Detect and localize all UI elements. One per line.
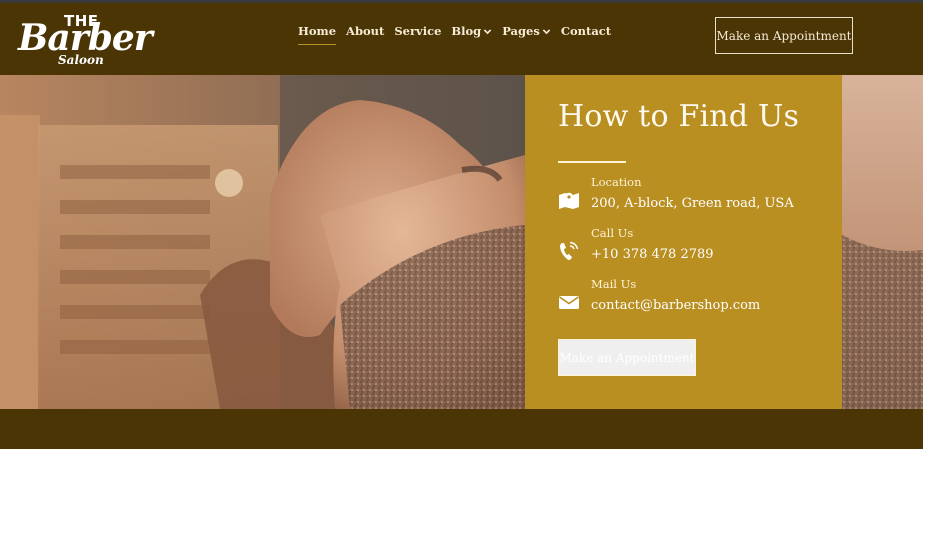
site-logo[interactable]: THE Barber Saloon	[18, 11, 153, 71]
nav-item-about[interactable]: About	[346, 21, 384, 41]
location-label: Location	[591, 175, 642, 189]
nav-item-home-label: Home	[298, 24, 337, 38]
envelope-icon	[559, 296, 579, 309]
nav-item-about-label: About	[346, 24, 385, 38]
nav-item-blog[interactable]: Blog	[451, 21, 492, 41]
nav-item-contact[interactable]: Contact	[561, 21, 611, 41]
nav-item-blog-label: Blog	[451, 24, 482, 38]
panel-appointment-button[interactable]: Make an Appointment	[558, 339, 696, 376]
find-us-title: How to Find Us	[558, 99, 800, 134]
call-label: Call Us	[591, 226, 634, 240]
page-right-edge	[923, 0, 935, 449]
nav-item-service-label: Service	[394, 24, 442, 38]
site-header: THE Barber Saloon Home About Service Blo…	[0, 3, 923, 75]
title-divider	[558, 161, 626, 163]
mail-info: Mail Us contact@barbershop.com	[558, 277, 828, 321]
call-info: Call Us +10 378 478 2789	[558, 226, 828, 270]
mail-value[interactable]: contact@barbershop.com	[591, 298, 760, 313]
make-appointment-button[interactable]: Make an Appointment	[715, 17, 853, 54]
find-us-panel: How to Find Us Location 200, A-block, Gr…	[525, 75, 842, 409]
footer-band	[0, 409, 923, 449]
nav-item-pages[interactable]: Pages	[502, 21, 551, 41]
nav-item-pages-label: Pages	[502, 24, 540, 38]
chevron-down-icon	[542, 28, 551, 34]
nav-item-service[interactable]: Service	[394, 21, 441, 41]
nav-item-contact-label: Contact	[560, 24, 612, 38]
call-value[interactable]: +10 378 478 2789	[591, 247, 714, 262]
mail-label: Mail Us	[591, 277, 637, 291]
location-value: 200, A-block, Green road, USA	[591, 196, 794, 211]
location-info: Location 200, A-block, Green road, USA	[558, 175, 828, 219]
phone-icon	[560, 241, 579, 260]
map-icon	[559, 192, 579, 209]
logo-line-saloon: Saloon	[58, 53, 104, 67]
chevron-down-icon	[483, 28, 492, 34]
nav-item-home[interactable]: Home	[298, 21, 337, 45]
main-nav: Home About Service Blog Pages Contact	[298, 21, 611, 45]
